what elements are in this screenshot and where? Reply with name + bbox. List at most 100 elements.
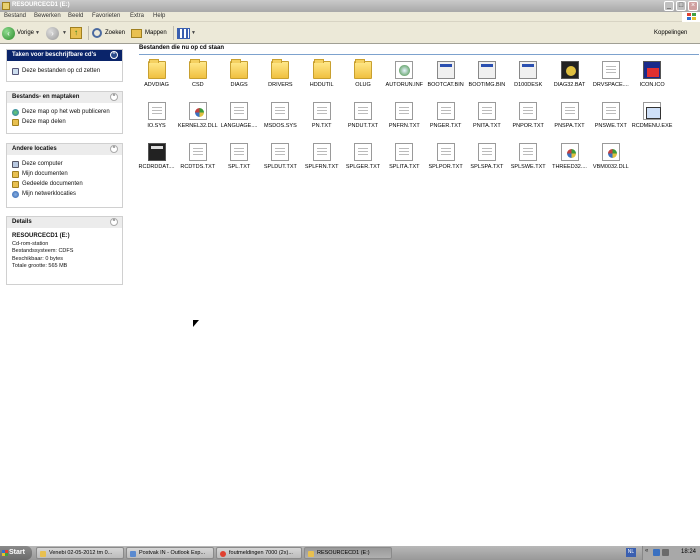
burn-files-label: Deze bestanden op cd zetten (22, 68, 101, 74)
file-item[interactable]: ICON.ICO (632, 59, 673, 99)
other-places-header[interactable]: Andere locaties ⌃ (7, 144, 122, 155)
search-button[interactable]: Zoeken (92, 25, 125, 41)
file-item[interactable]: RCDMENU.EXE (632, 100, 673, 140)
share-folder-link[interactable]: Deze map delen (12, 117, 117, 127)
network-icon (12, 190, 19, 198)
close-button[interactable]: × (688, 1, 698, 11)
file-item[interactable]: CSD (177, 59, 218, 99)
file-item[interactable]: PNSPA.TXT (549, 100, 590, 140)
file-item[interactable]: BOOTIMG.BIN (466, 59, 507, 99)
file-item[interactable]: DIAG32.BAT (549, 59, 590, 99)
file-name: PNSPA.TXT (554, 123, 585, 129)
file-item[interactable]: SPLSPA.TXT (466, 141, 507, 181)
file-item[interactable]: SPLSWE.TXT (508, 141, 549, 181)
minimize-button[interactable]: _ (664, 1, 674, 11)
file-item[interactable]: RCDRDDAT.... (136, 141, 177, 181)
file-item[interactable]: SPLITA.TXT (384, 141, 425, 181)
file-item[interactable]: SPLFRN.TXT (301, 141, 342, 181)
file-item[interactable]: KERNEL32.DLL (177, 100, 218, 140)
file-list-area[interactable]: Bestanden die nu op cd staan ADVDIAG CSD D… (130, 44, 700, 546)
taskbar-task-2[interactable]: Postvak IN - Outlook Exp... (126, 547, 214, 559)
chevron-down-icon[interactable]: ▼ (62, 30, 67, 36)
burn-files-link[interactable]: Deze bestanden op cd zetten (12, 66, 117, 76)
file-item[interactable]: SPLGER.TXT (343, 141, 384, 181)
views-button[interactable]: ▼ (177, 25, 196, 41)
file-name: KERNEL32.DLL (177, 123, 218, 129)
taskbar-task-3[interactable]: foutmeldingen 7000 (2x)... (216, 547, 302, 559)
menu-help[interactable]: Help (153, 13, 165, 19)
cd-tasks-header[interactable]: Taken voor beschrijfbare cd's ⌃ (7, 50, 122, 61)
chevron-down-icon[interactable]: ▼ (191, 30, 196, 36)
file-item[interactable]: SPLPOR.TXT (425, 141, 466, 181)
file-item[interactable]: MSDOS.SYS (260, 100, 301, 140)
file-item[interactable]: PNFRN.TXT (384, 100, 425, 140)
file-item[interactable]: LANGUAGE.... (219, 100, 260, 140)
file-item[interactable]: VBM0032.DLL (590, 141, 631, 181)
collapse-icon[interactable]: ⌃ (110, 145, 118, 153)
file-item[interactable]: PNPOR.TXT (508, 100, 549, 140)
collapse-icon[interactable]: ⌃ (110, 51, 118, 59)
doc-icon (188, 143, 207, 161)
file-item[interactable]: PNGER.TXT (425, 100, 466, 140)
title-bar[interactable]: RESOURCECD1 (E:) _ □ × (0, 0, 700, 12)
file-item[interactable]: IO.SYS (136, 100, 177, 140)
doc-icon (601, 61, 620, 79)
file-tasks-header[interactable]: Bestands- en maptaken ⌃ (7, 92, 122, 103)
menu-favorieten[interactable]: Favorieten (92, 13, 120, 19)
file-item[interactable]: DRIVERS (260, 59, 301, 99)
task-pane: Taken voor beschrijfbare cd's ⌃ Deze bes… (0, 44, 130, 546)
forward-button[interactable]: › ▼ (46, 25, 67, 41)
collapse-icon[interactable]: ⌃ (110, 93, 118, 101)
network-places-link[interactable]: Mijn netwerklocaties (12, 189, 117, 199)
file-item[interactable]: DRVSPACE.... (590, 59, 631, 99)
file-item[interactable]: DIAGS (219, 59, 260, 99)
doc-icon (354, 102, 372, 120)
forward-arrow-icon: › (46, 26, 59, 40)
menu-extra[interactable]: Extra (130, 13, 144, 19)
publish-web-link[interactable]: Deze map op het web publiceren (12, 107, 117, 117)
chevron-down-icon[interactable]: ▼ (35, 30, 40, 36)
my-computer-link[interactable]: Deze computer (12, 159, 117, 169)
file-item[interactable]: SPL.TXT (219, 141, 260, 181)
folders-button[interactable]: Mappen (131, 25, 167, 41)
details-header[interactable]: Details ⌃ (7, 217, 122, 228)
file-name: ADVDIAG (144, 82, 169, 88)
menu-bestand[interactable]: Bestand (4, 13, 26, 19)
doc-icon (395, 143, 414, 161)
file-item[interactable]: D100DESK (508, 59, 549, 99)
start-button[interactable]: Start (0, 546, 32, 560)
my-documents-link[interactable]: Mijn documenten (12, 169, 117, 179)
back-arrow-icon: ‹ (2, 26, 15, 40)
file-item[interactable]: PNITA.TXT (466, 100, 507, 140)
doc-icon (477, 102, 496, 120)
taskbar-task-1[interactable]: Venebi 02-05-2012 tm 0... (36, 547, 124, 559)
file-name: IO.SYS (147, 123, 166, 129)
tray-expand-icon[interactable]: « (645, 548, 648, 554)
file-item[interactable]: HDDUTIL (301, 59, 342, 99)
file-item[interactable]: OLUG (343, 59, 384, 99)
file-item[interactable]: PNDUT.TXT (343, 100, 384, 140)
volume-icon[interactable] (662, 549, 669, 556)
file-item[interactable]: PNSWE.TXT (590, 100, 631, 140)
file-item[interactable]: AUTORUN.INF (384, 59, 425, 99)
language-indicator[interactable]: NL (626, 548, 636, 557)
doc-icon (230, 102, 249, 120)
maximize-button[interactable]: □ (676, 1, 686, 11)
file-item[interactable]: ADVDIAG (136, 59, 177, 99)
network-tray-icon[interactable] (653, 549, 660, 556)
taskbar-task-4[interactable]: RESOURCECD1 (E:) (304, 547, 392, 559)
shared-documents-link[interactable]: Gedeelde documenten (12, 179, 117, 189)
menu-bewerken[interactable]: Bewerken (34, 13, 61, 19)
collapse-icon[interactable]: ⌃ (110, 218, 118, 226)
file-item[interactable]: BOOTCAT.BIN (425, 59, 466, 99)
links-button[interactable]: Koppelingen (654, 25, 687, 41)
file-item[interactable]: THREED32.... (549, 141, 590, 181)
up-button[interactable]: ↑ (70, 25, 82, 41)
file-item[interactable]: PN.TXT (301, 100, 342, 140)
file-name: SPLSWE.TXT (510, 164, 546, 170)
back-button[interactable]: ‹ Vorige ▼ (2, 25, 40, 41)
menu-beeld[interactable]: Beeld (68, 13, 83, 19)
file-item[interactable]: RCDTDS.TXT (177, 141, 218, 181)
file-item[interactable]: SPLDUT.TXT (260, 141, 301, 181)
clock[interactable]: 18:24 (681, 549, 696, 555)
